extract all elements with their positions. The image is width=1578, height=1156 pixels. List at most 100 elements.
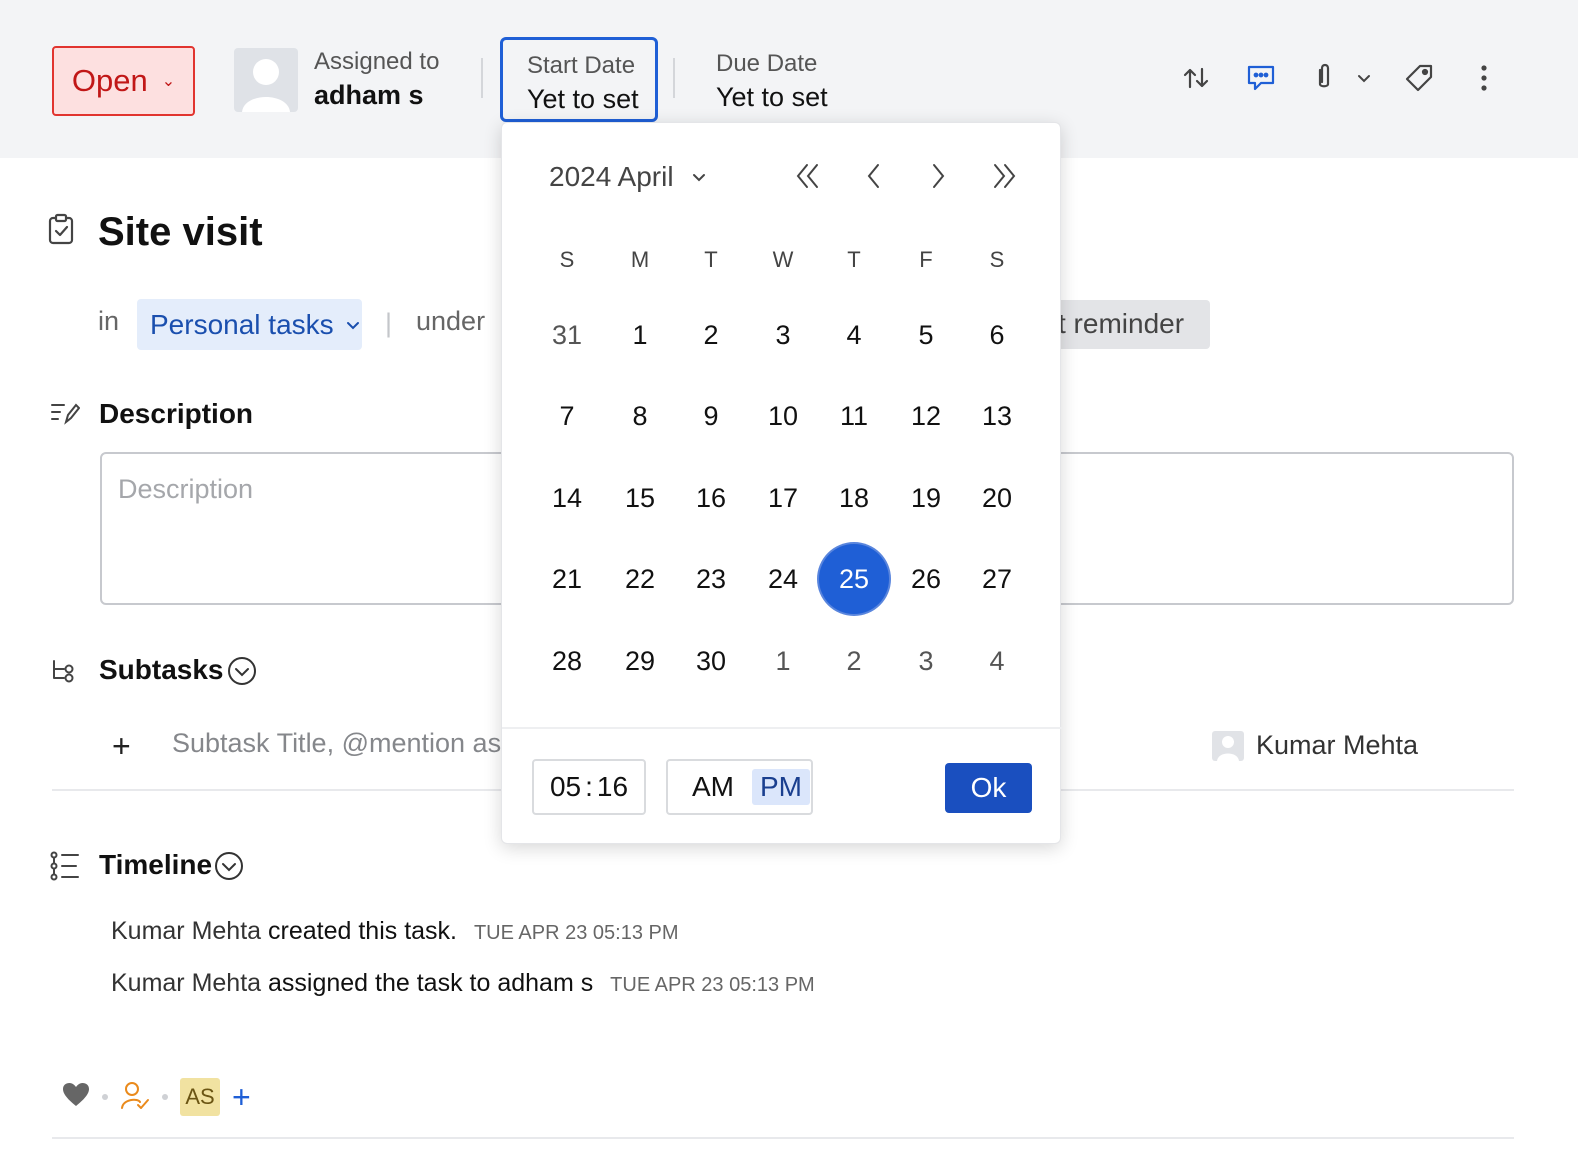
subtasks-heading: Subtasks <box>99 654 224 685</box>
calendar-day[interactable]: 19 <box>891 463 961 533</box>
calendar-day[interactable]: 10 <box>748 381 818 451</box>
task-title[interactable]: Site visit <box>98 210 263 255</box>
calendar-day[interactable]: 28 <box>532 626 602 696</box>
next-month-button[interactable] <box>920 159 956 193</box>
calendar-day[interactable]: 26 <box>891 544 961 614</box>
weekday-label: W <box>772 247 794 272</box>
calendar-day[interactable]: 13 <box>962 381 1032 451</box>
timeline-action: assigned the task to adham s <box>268 969 594 997</box>
add-follower-button[interactable]: + <box>232 1081 251 1113</box>
in-label: in <box>98 306 120 336</box>
timeline-actor[interactable]: Kumar Mehta <box>111 969 261 997</box>
subtasks-collapse-toggle[interactable] <box>227 656 257 691</box>
calendar-day[interactable]: 2 <box>676 300 746 370</box>
subtask-tree-icon <box>50 658 78 691</box>
calendar-day[interactable]: 9 <box>676 381 746 451</box>
month-year-label: 2024 April <box>549 161 674 192</box>
start-date-field[interactable]: Start Date Yet to set <box>500 37 658 122</box>
time-minutes[interactable]: 16 <box>597 771 628 803</box>
am-option[interactable]: AM <box>684 769 742 805</box>
assignee-name: adham s <box>314 80 424 110</box>
add-subtask-icon[interactable]: + <box>112 728 131 765</box>
calendar-day[interactable]: 21 <box>532 544 602 614</box>
calendar-day[interactable]: 6 <box>962 300 1032 370</box>
calendar-day[interactable]: 17 <box>748 463 818 533</box>
description-edit-icon <box>50 401 81 432</box>
calendar-day[interactable]: 1 <box>748 626 818 696</box>
user-check-icon[interactable] <box>120 1080 150 1115</box>
subtask-title-input[interactable]: Subtask Title, @mention as <box>172 728 501 759</box>
tag-icon[interactable] <box>1401 60 1437 96</box>
calendar-day[interactable]: 30 <box>676 626 746 696</box>
timeline-entry: Kumar Mehta assigned the task to adham s… <box>111 969 815 998</box>
chevron-circle-icon <box>228 657 256 685</box>
project-dropdown[interactable]: Personal tasks <box>137 299 362 350</box>
swap-icon[interactable] <box>1178 60 1214 96</box>
avatar-badge[interactable]: AS <box>180 1078 220 1116</box>
timeline-actor[interactable]: Kumar Mehta <box>111 917 261 945</box>
subtask-owner[interactable]: Kumar Mehta <box>1212 730 1418 761</box>
set-reminder-button[interactable]: t reminder <box>1040 300 1210 349</box>
pm-option[interactable]: PM <box>752 769 810 805</box>
calendar-day[interactable]: 15 <box>605 463 675 533</box>
calendar-day[interactable]: 4 <box>819 300 889 370</box>
calendar-day[interactable]: 18 <box>819 463 889 533</box>
calendar-day[interactable]: 14 <box>532 463 602 533</box>
divider <box>481 58 483 98</box>
calendar-day[interactable]: 31 <box>532 300 602 370</box>
due-date-field[interactable]: Due Date Yet to set <box>716 50 828 113</box>
chevron-down-icon <box>692 174 705 182</box>
calendar-day[interactable]: 27 <box>962 544 1032 614</box>
calendar-day[interactable]: 16 <box>676 463 746 533</box>
calendar-day[interactable]: 4 <box>962 626 1032 696</box>
calendar-day[interactable]: 22 <box>605 544 675 614</box>
dot-separator <box>102 1094 108 1100</box>
paperclip-icon[interactable] <box>1306 60 1342 96</box>
reminder-label: t reminder <box>1058 308 1185 339</box>
time-input[interactable]: 05 : 16 <box>532 759 646 815</box>
assignee-label: Assigned to <box>314 48 440 75</box>
timeline-entry: Kumar Mehta created this task. TUE APR 2… <box>111 917 679 946</box>
timeline-timestamp: TUE APR 23 05:13 PM <box>473 922 679 944</box>
clipboard-check-icon <box>47 213 75 250</box>
status-label: Open <box>71 63 148 98</box>
calendar-day[interactable]: 24 <box>748 544 818 614</box>
calendar-day[interactable]: 20 <box>962 463 1032 533</box>
calendar-day-selected[interactable]: 25 <box>819 544 889 614</box>
calendar-day[interactable]: 12 <box>891 381 961 451</box>
next-year-button[interactable] <box>986 159 1022 193</box>
chat-icon[interactable] <box>1243 60 1279 96</box>
weekday-label: S <box>989 247 1005 272</box>
previous-year-button[interactable] <box>790 159 826 193</box>
more-vertical-icon[interactable] <box>1466 60 1502 96</box>
calendar-day[interactable]: 2 <box>819 626 889 696</box>
chevron-left-icon <box>867 164 879 188</box>
description-heading: Description <box>99 398 254 429</box>
calendar-day[interactable]: 8 <box>605 381 675 451</box>
timeline-collapse-toggle[interactable] <box>214 851 244 886</box>
month-year-dropdown[interactable]: 2024 April <box>549 161 706 193</box>
calendar-day[interactable]: 23 <box>676 544 746 614</box>
calendar-day[interactable]: 1 <box>605 300 675 370</box>
weekday-label: M <box>630 247 650 272</box>
time-hours[interactable]: 05 <box>550 771 581 803</box>
calendar-day[interactable]: 11 <box>819 381 889 451</box>
calendar-day[interactable]: 3 <box>748 300 818 370</box>
heart-icon[interactable] <box>62 1082 90 1113</box>
chevron-down-icon[interactable] <box>1350 60 1378 96</box>
assignee-avatar[interactable] <box>234 48 298 112</box>
double-chevron-right-icon <box>994 164 1016 188</box>
start-date-label: Start Date <box>527 52 636 79</box>
task-footer: AS + <box>62 1078 251 1116</box>
status-dropdown[interactable]: Open ⌄ <box>52 46 195 116</box>
timeline-timestamp: TUE APR 23 05:13 PM <box>610 974 815 996</box>
timeline-list-icon <box>50 851 80 886</box>
calendar-day[interactable]: 3 <box>891 626 961 696</box>
previous-month-button[interactable] <box>856 159 892 193</box>
assignee-block[interactable]: Assigned to adham s <box>314 48 439 111</box>
calendar-day[interactable]: 29 <box>605 626 675 696</box>
ok-button[interactable]: Ok <box>945 763 1032 813</box>
calendar-day[interactable]: 5 <box>891 300 961 370</box>
date-picker-popup: 2024 April SMTWTFS 31 1 2 3 4 5 6 7 8 9 10 11 12 13 14… <box>501 122 1062 844</box>
calendar-day[interactable]: 7 <box>532 381 602 451</box>
